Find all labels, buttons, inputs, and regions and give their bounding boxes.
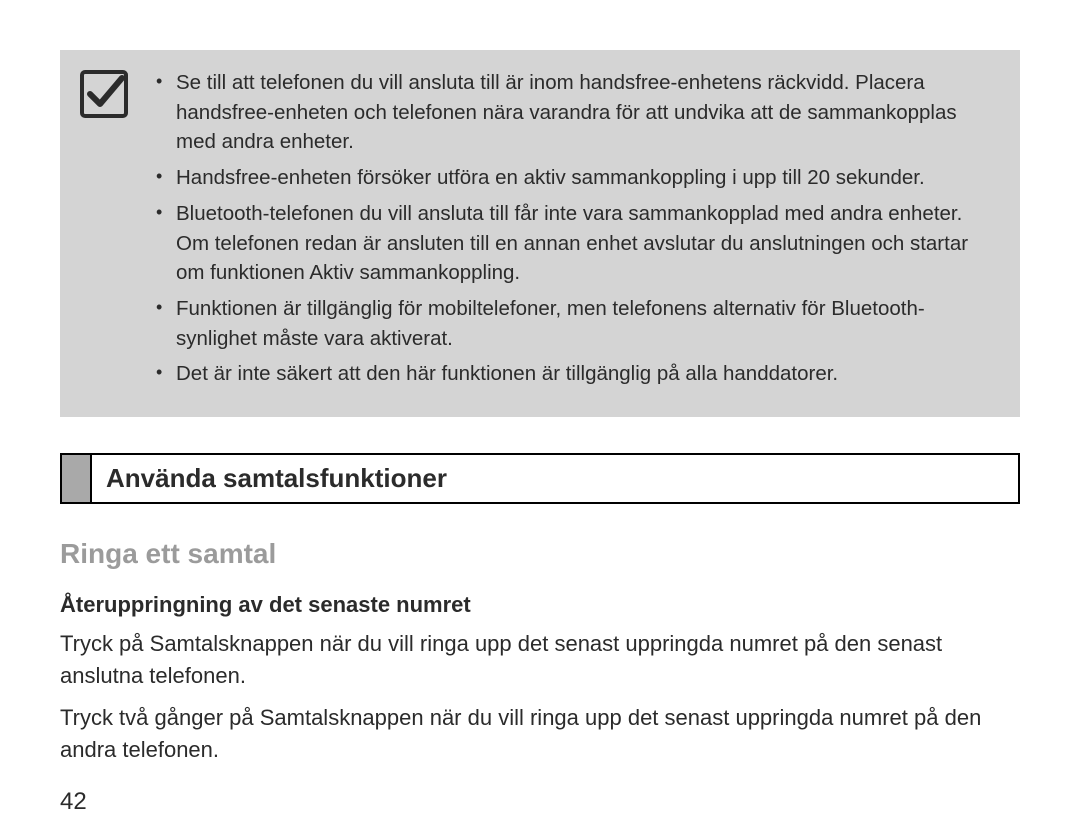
note-bullet: Handsfree-enheten försöker utföra en akt… [152, 163, 994, 193]
page-number: 42 [60, 788, 87, 816]
body-paragraph: Tryck två gånger på Samtalsknappen när d… [60, 702, 1020, 766]
note-bullet: Funktionen är tillgänglig för mobiltelef… [152, 294, 994, 353]
section-title: Använda samtalsfunktioner [92, 455, 461, 502]
manual-page: Se till att telefonen du vill ansluta ti… [0, 0, 1080, 840]
subheading: Ringa ett samtal [60, 538, 1020, 570]
section-header-tab [62, 455, 92, 502]
section-header-bar: Använda samtalsfunktioner [60, 453, 1020, 504]
note-bullet: Det är inte säkert att den här funktione… [152, 359, 994, 389]
body-paragraph: Tryck på Samtalsknappen när du vill ring… [60, 628, 1020, 692]
note-bullet: Bluetooth-telefonen du vill ansluta till… [152, 199, 994, 288]
checkbox-tick-icon [78, 68, 130, 120]
note-bullet: Se till att telefonen du vill ansluta ti… [152, 68, 994, 157]
info-note-box: Se till att telefonen du vill ansluta ti… [60, 50, 1020, 417]
sub-subheading: Återuppringning av det senaste numret [60, 592, 1020, 618]
note-bullet-list: Se till att telefonen du vill ansluta ti… [152, 68, 994, 395]
